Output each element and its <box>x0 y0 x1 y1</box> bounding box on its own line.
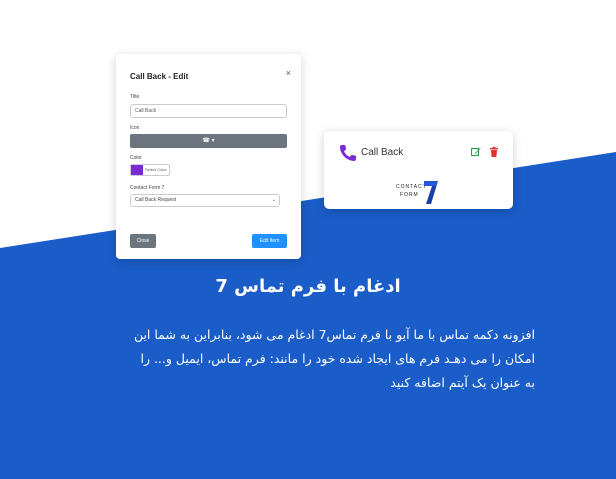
seven-logo-icon <box>424 181 438 204</box>
color-label: Color <box>130 155 142 161</box>
edit-icon[interactable] <box>471 147 481 157</box>
body-line: به عنوان یک آیتم اضافه کنید <box>390 375 535 390</box>
icon-picker-button[interactable]: ☎ ▾ <box>130 134 287 148</box>
body-paragraph: افزونه دکمه تماس با ما آیو با فرم تماس7 … <box>40 323 535 395</box>
body-line: افزونه دکمه تماس با ما آیو با فرم تماس7 … <box>133 327 535 342</box>
contact-form-7-logo: CONTACT FORM <box>394 179 444 205</box>
chevron-down-icon: ⌄ <box>271 197 276 203</box>
color-swatch <box>131 165 143 175</box>
contact-form-select[interactable]: Call Back Request ⌄ <box>130 194 280 207</box>
modal-title: Call Back - Edit <box>130 72 189 81</box>
title-label: Title <box>130 94 140 100</box>
edit-item-button[interactable]: Edit Item <box>252 234 287 248</box>
title-input[interactable]: Call Back <box>130 104 287 118</box>
preview-card: Call Back CONTACT FORM <box>324 131 513 209</box>
icon-label: Icon <box>130 125 140 131</box>
contact-form-label: Contact Form 7 <box>130 185 165 191</box>
color-picker[interactable]: Select Color <box>130 164 170 176</box>
close-icon[interactable]: × <box>286 66 291 80</box>
close-button[interactable]: Close <box>130 234 156 248</box>
blue-background-shape <box>0 0 616 479</box>
body-line: امکان را می دهـد فرم های ایجاد شده خود ر… <box>140 351 535 366</box>
modal-header: Call Back - Edit × <box>130 66 291 81</box>
phone-icon <box>340 145 356 161</box>
edit-modal: Call Back - Edit × Title Call Back Icon … <box>116 54 301 259</box>
headline: ادغام با فرم تماس 7 <box>215 276 401 297</box>
card-title: Call Back <box>361 147 404 158</box>
color-picker-text: Select Color <box>145 167 167 172</box>
trash-icon[interactable] <box>489 147 499 157</box>
logo-text-form: FORM <box>400 192 419 198</box>
contact-form-select-value: Call Back Request <box>135 197 177 203</box>
